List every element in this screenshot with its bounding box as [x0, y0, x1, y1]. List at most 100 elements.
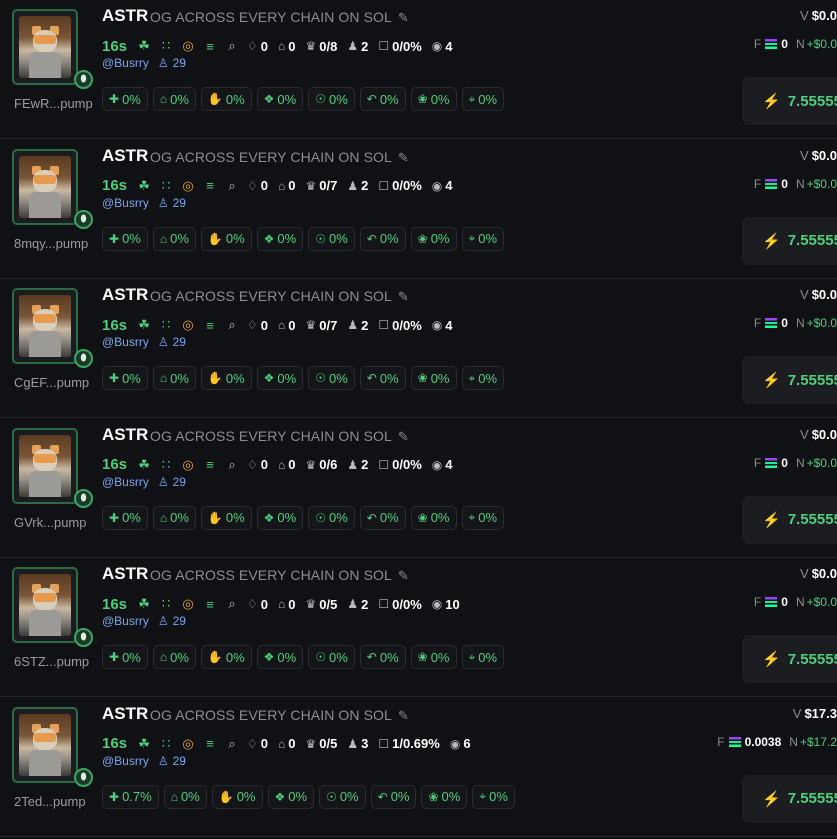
chip-layers[interactable]: ❖ 0%: [256, 87, 304, 111]
chip-hand[interactable]: ✋ 0%: [200, 366, 252, 390]
quick-buy-button[interactable]: ⚡ 7.55555: [742, 635, 837, 683]
chart-icon[interactable]: ≡: [203, 457, 217, 472]
chip-user-plus[interactable]: ✚ 0.7%: [102, 784, 159, 809]
leaf-icon[interactable]: ☘: [137, 596, 151, 612]
people-icon[interactable]: ∷: [159, 317, 173, 333]
chip-sprout[interactable]: ❀ 0%: [410, 87, 457, 111]
chip-hand[interactable]: ✋ 0%: [200, 505, 252, 530]
chip-hook[interactable]: ↶ 0%: [359, 366, 406, 390]
token-avatar[interactable]: ⬮: [12, 706, 93, 787]
pencil-icon[interactable]: ✎: [398, 568, 409, 583]
chip-sprout[interactable]: ❀ 0%: [410, 505, 457, 530]
token-symbol[interactable]: ASTR: [102, 285, 148, 305]
token-address[interactable]: CgEF...pump: [14, 375, 89, 390]
chip-hand[interactable]: ✋ 0%: [200, 87, 252, 111]
coin-icon[interactable]: ◎: [181, 596, 195, 612]
chip-chef-hat[interactable]: ⌂ 0%: [163, 784, 207, 809]
search-icon[interactable]: ⌕: [225, 457, 239, 473]
chip-hook[interactable]: ↶ 0%: [359, 505, 406, 530]
token-address[interactable]: 6STZ...pump: [14, 654, 89, 669]
chip-hand[interactable]: ✋ 0%: [211, 784, 263, 809]
coin-icon[interactable]: ◎: [181, 317, 195, 333]
chart-icon[interactable]: ≡: [203, 597, 217, 612]
chip-chef-hat[interactable]: ⌂ 0%: [152, 366, 196, 390]
twitter-handle[interactable]: @Busrry: [102, 754, 149, 768]
token-avatar[interactable]: ⬮: [12, 427, 93, 508]
chart-icon[interactable]: ≡: [203, 736, 217, 751]
chip-chef-hat[interactable]: ⌂ 0%: [152, 505, 196, 530]
chip-sniper[interactable]: ☉ 0%: [319, 784, 366, 809]
search-icon[interactable]: ⌕: [225, 317, 239, 333]
chart-icon[interactable]: ≡: [203, 39, 217, 54]
search-icon[interactable]: ⌕: [225, 38, 239, 54]
token-row[interactable]: ⬮ 8mqy...pump ASTR OG ACROSS EVERY CHAIN O…: [0, 140, 837, 279]
pencil-icon[interactable]: ✎: [398, 708, 409, 723]
token-avatar[interactable]: ⬮: [12, 288, 93, 368]
token-name[interactable]: OG ACROSS EVERY CHAIN ON SOL ✎: [150, 9, 409, 26]
search-icon[interactable]: ⌕: [225, 596, 239, 612]
twitter-handle[interactable]: @Busrry: [102, 614, 149, 628]
people-icon[interactable]: ∷: [159, 596, 173, 612]
coin-icon[interactable]: ◎: [181, 736, 195, 752]
token-symbol[interactable]: ASTR: [102, 564, 148, 584]
chip-hook[interactable]: ↶ 0%: [359, 645, 406, 669]
quick-buy-button[interactable]: ⚡ 7.55555: [742, 216, 837, 265]
chip-user-plus[interactable]: ✚ 0%: [102, 645, 148, 669]
token-avatar[interactable]: ⬮: [12, 148, 93, 229]
coin-icon[interactable]: ◎: [181, 178, 195, 194]
twitter-handle[interactable]: @Busrry: [102, 475, 149, 489]
chip-sniper[interactable]: ☉ 0%: [308, 87, 355, 111]
pencil-icon[interactable]: ✎: [398, 429, 409, 444]
chip-user-plus[interactable]: ✚ 0%: [102, 226, 148, 251]
token-symbol[interactable]: ASTR: [102, 146, 148, 166]
chip-sprout[interactable]: ❀ 0%: [410, 366, 457, 390]
leaf-icon[interactable]: ☘: [137, 736, 151, 752]
token-name[interactable]: OG ACROSS EVERY CHAIN ON SOL ✎: [150, 707, 409, 724]
chip-sniper[interactable]: ☉ 0%: [308, 226, 355, 251]
chip-sniper[interactable]: ☉ 0%: [308, 645, 355, 669]
token-address[interactable]: GVrk...pump: [14, 515, 86, 530]
chip-target[interactable]: ⌖ 0%: [461, 366, 505, 390]
chip-layers[interactable]: ❖ 0%: [256, 366, 304, 390]
chip-user-plus[interactable]: ✚ 0%: [102, 87, 148, 111]
twitter-handle[interactable]: @Busrry: [102, 335, 149, 349]
people-icon[interactable]: ∷: [159, 178, 173, 194]
chip-sprout[interactable]: ❀ 0%: [410, 645, 457, 669]
chip-chef-hat[interactable]: ⌂ 0%: [152, 87, 196, 111]
token-address[interactable]: 2Ted...pump: [14, 794, 86, 809]
token-row[interactable]: ⬮ 2Ted...pump ASTR OG ACROSS EVERY CHAIN O…: [0, 698, 837, 837]
chip-sniper[interactable]: ☉ 0%: [308, 505, 355, 530]
token-name[interactable]: OG ACROSS EVERY CHAIN ON SOL ✎: [150, 149, 409, 166]
coin-icon[interactable]: ◎: [181, 457, 195, 473]
chip-user-plus[interactable]: ✚ 0%: [102, 505, 148, 530]
chip-sprout[interactable]: ❀ 0%: [421, 784, 468, 809]
twitter-handle[interactable]: @Busrry: [102, 56, 149, 70]
leaf-icon[interactable]: ☘: [137, 38, 151, 54]
people-icon[interactable]: ∷: [159, 736, 173, 752]
token-symbol[interactable]: ASTR: [102, 704, 148, 724]
search-icon[interactable]: ⌕: [225, 736, 239, 752]
twitter-handle[interactable]: @Busrry: [102, 196, 149, 210]
pencil-icon[interactable]: ✎: [398, 10, 409, 25]
chip-hook[interactable]: ↶ 0%: [359, 87, 406, 111]
chip-hand[interactable]: ✋ 0%: [200, 645, 252, 669]
token-symbol[interactable]: ASTR: [102, 6, 148, 26]
chart-icon[interactable]: ≡: [203, 318, 217, 333]
chip-layers[interactable]: ❖ 0%: [267, 784, 315, 809]
chip-target[interactable]: ⌖ 0%: [472, 784, 515, 809]
quick-buy-button[interactable]: ⚡ 7.55555: [742, 356, 837, 404]
chip-chef-hat[interactable]: ⌂ 0%: [152, 226, 196, 251]
token-row[interactable]: ⬮ FEwR...pump ASTR OG ACROSS EVERY CHAIN O…: [0, 0, 837, 139]
search-icon[interactable]: ⌕: [225, 178, 239, 194]
chip-target[interactable]: ⌖ 0%: [461, 645, 505, 669]
people-icon[interactable]: ∷: [159, 457, 173, 473]
token-row[interactable]: ⬮ CgEF...pump ASTR OG ACROSS EVERY CHAIN O…: [0, 279, 837, 418]
chart-icon[interactable]: ≡: [203, 178, 217, 193]
chip-target[interactable]: ⌖ 0%: [461, 87, 505, 111]
people-icon[interactable]: ∷: [159, 38, 173, 54]
quick-buy-button[interactable]: ⚡ 7.55555: [742, 77, 837, 125]
chip-sprout[interactable]: ❀ 0%: [410, 226, 457, 251]
token-avatar[interactable]: ⬮: [12, 567, 93, 647]
leaf-icon[interactable]: ☘: [137, 178, 151, 194]
chip-sniper[interactable]: ☉ 0%: [308, 366, 355, 390]
